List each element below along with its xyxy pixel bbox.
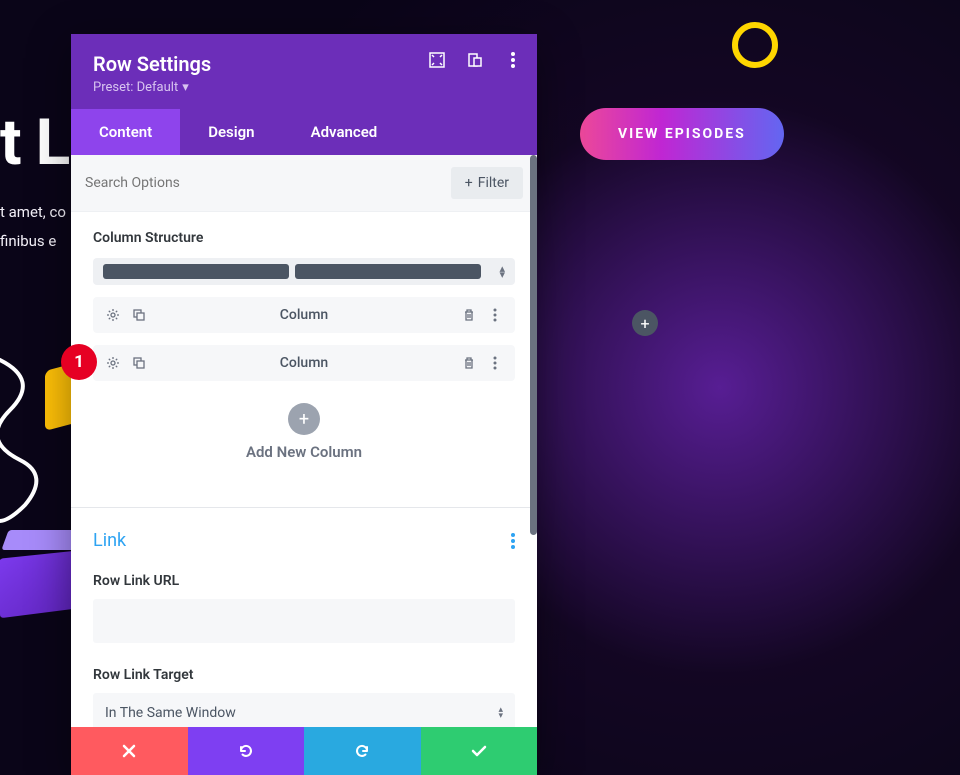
chevron-down-icon: ▾ bbox=[182, 80, 189, 95]
row-link-url-group: Row Link URL bbox=[93, 573, 515, 643]
column-bar bbox=[103, 264, 289, 279]
preset-dropdown[interactable]: Preset: Default ▾ bbox=[93, 80, 189, 95]
row-settings-modal: Row Settings Preset: Default ▾ Content D… bbox=[71, 34, 537, 775]
link-menu-icon[interactable] bbox=[511, 533, 515, 549]
column-left-actions bbox=[105, 355, 147, 371]
cancel-button[interactable] bbox=[71, 727, 188, 775]
trash-icon[interactable] bbox=[461, 355, 477, 371]
link-section: Link Row Link URL Row Link Target In The… bbox=[71, 508, 537, 727]
row-link-url-input[interactable] bbox=[93, 599, 515, 643]
add-section-button[interactable]: + bbox=[632, 310, 658, 336]
tab-design[interactable]: Design bbox=[180, 109, 282, 155]
scrollbar[interactable] bbox=[530, 155, 537, 535]
tab-content[interactable]: Content bbox=[71, 109, 180, 155]
more-icon[interactable] bbox=[487, 307, 503, 323]
annotation-badge: 1 bbox=[61, 344, 97, 380]
lorem-line: t amet, co bbox=[0, 198, 66, 227]
expand-icon[interactable] bbox=[427, 50, 447, 70]
row-link-target-select[interactable]: In The Same Window ▴▾ bbox=[93, 693, 515, 727]
row-link-url-label: Row Link URL bbox=[93, 573, 515, 589]
link-header: Link bbox=[93, 530, 515, 551]
column-item: Column bbox=[93, 297, 515, 333]
more-icon[interactable] bbox=[487, 355, 503, 371]
select-value: In The Same Window bbox=[105, 705, 236, 721]
row-link-target-label: Row Link Target bbox=[93, 667, 515, 683]
page-heading-fragment: t L bbox=[0, 105, 69, 180]
filter-label: Filter bbox=[478, 175, 509, 191]
add-column-wrap: + Add New Column bbox=[93, 403, 515, 461]
chevron-updown-icon: ▴▾ bbox=[499, 266, 505, 278]
squiggle-decoration bbox=[0, 350, 70, 530]
responsive-icon[interactable] bbox=[465, 50, 485, 70]
column-left-actions bbox=[105, 307, 147, 323]
view-episodes-button[interactable]: VIEW EPISODES bbox=[580, 108, 784, 160]
save-button[interactable] bbox=[421, 727, 538, 775]
redo-icon bbox=[353, 742, 371, 760]
trash-icon[interactable] bbox=[461, 307, 477, 323]
redo-button[interactable] bbox=[304, 727, 421, 775]
close-icon bbox=[122, 744, 136, 758]
row-link-target-group: Row Link Target In The Same Window ▴▾ bbox=[93, 667, 515, 727]
modal-body[interactable]: + Filter Column Structure ▴▾ Column bbox=[71, 155, 537, 727]
chevron-updown-icon: ▴▾ bbox=[498, 707, 503, 719]
column-right-actions bbox=[461, 355, 503, 371]
lorem-text: t amet, co finibus e bbox=[0, 198, 66, 255]
column-structure-selector[interactable]: ▴▾ bbox=[93, 258, 515, 285]
filter-button[interactable]: + Filter bbox=[451, 167, 523, 199]
duplicate-icon[interactable] bbox=[131, 355, 147, 371]
search-input[interactable] bbox=[85, 175, 451, 191]
modal-header: Row Settings Preset: Default ▾ bbox=[71, 34, 537, 109]
plus-icon: + bbox=[465, 175, 473, 191]
lorem-line: finibus e bbox=[0, 227, 66, 256]
modal-footer bbox=[71, 727, 537, 775]
column-label: Column bbox=[147, 355, 461, 371]
column-item: Column bbox=[93, 345, 515, 381]
column-structure-label: Column Structure bbox=[93, 230, 515, 246]
add-column-label: Add New Column bbox=[93, 443, 515, 461]
undo-button[interactable] bbox=[188, 727, 305, 775]
gear-icon[interactable] bbox=[105, 307, 121, 323]
more-icon[interactable] bbox=[503, 50, 523, 70]
column-structure-section: Column Structure ▴▾ Column bbox=[71, 212, 537, 479]
gear-icon[interactable] bbox=[105, 355, 121, 371]
undo-icon bbox=[237, 742, 255, 760]
check-icon bbox=[470, 742, 488, 760]
column-right-actions bbox=[461, 307, 503, 323]
column-bar bbox=[295, 264, 481, 279]
modal-tabs: Content Design Advanced bbox=[71, 109, 537, 155]
preset-label: Preset: Default bbox=[93, 80, 178, 95]
search-row: + Filter bbox=[71, 155, 537, 212]
add-column-button[interactable]: + bbox=[288, 403, 320, 435]
yellow-ring-decoration bbox=[732, 22, 778, 68]
duplicate-icon[interactable] bbox=[131, 307, 147, 323]
tab-advanced[interactable]: Advanced bbox=[283, 109, 406, 155]
modal-header-actions bbox=[427, 50, 523, 70]
link-title: Link bbox=[93, 530, 126, 551]
column-label: Column bbox=[147, 307, 461, 323]
